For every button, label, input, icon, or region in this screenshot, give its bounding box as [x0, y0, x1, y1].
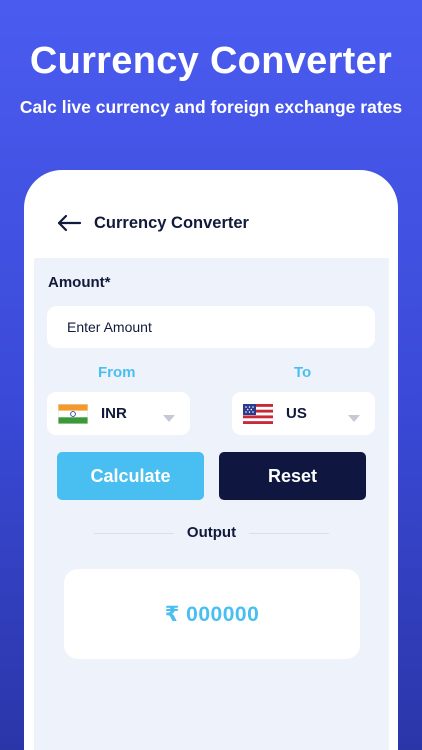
promo-headline: Currency Converter [29, 40, 393, 82]
india-flag-icon [58, 403, 88, 424]
arrow-left-icon[interactable] [56, 213, 82, 233]
amount-input[interactable]: Enter Amount [47, 306, 375, 348]
reset-button[interactable]: Reset [219, 452, 366, 500]
amount-label: Amount* [48, 274, 111, 291]
calculate-button[interactable]: Calculate [57, 452, 204, 500]
output-box: ₹ 000000 [64, 569, 360, 659]
promo-subline: Calc live currency and foreign exchange … [19, 97, 403, 117]
from-currency-code: INR [101, 405, 127, 422]
phone-screen: Currency Converter Amount* Enter Amount … [24, 170, 398, 750]
converter-panel: Amount* Enter Amount From To INR US Calc… [34, 258, 389, 750]
chevron-down-icon [348, 410, 360, 422]
usa-flag-icon [243, 403, 273, 424]
from-currency-select[interactable]: INR [47, 392, 190, 435]
app-topbar: Currency Converter [24, 170, 398, 258]
chevron-down-icon [163, 410, 175, 422]
page-title: Currency Converter [94, 213, 249, 232]
from-label: From [98, 364, 136, 381]
output-label: Output [186, 524, 237, 541]
to-label: To [294, 364, 312, 381]
to-currency-code: US [286, 405, 307, 422]
output-value: ₹ 000000 [164, 602, 260, 626]
to-currency-select[interactable]: US [232, 392, 375, 435]
